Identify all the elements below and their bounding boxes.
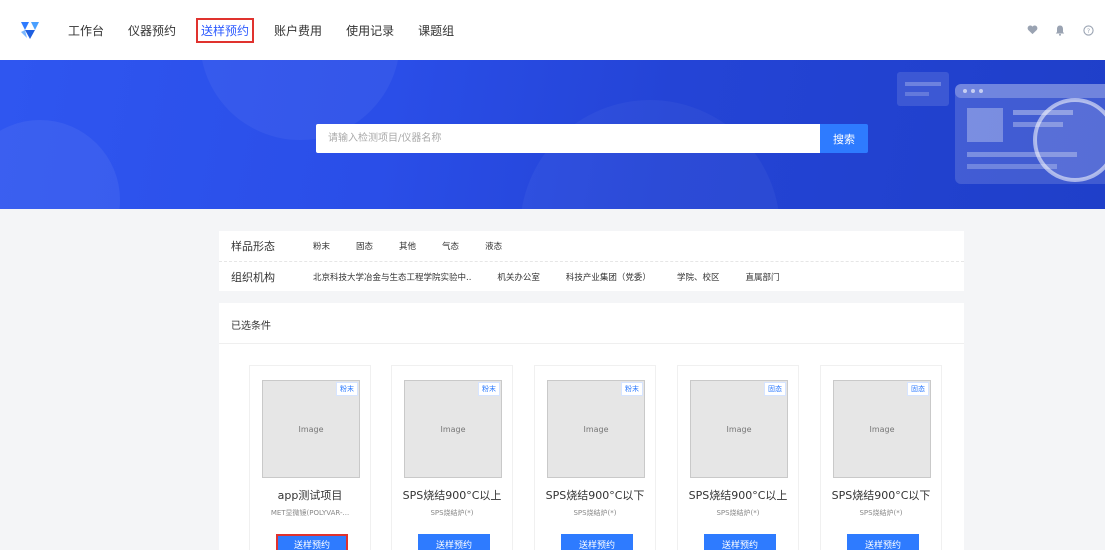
card-subtitle: SPS烧结炉(*) bbox=[430, 509, 474, 517]
banner-decoration bbox=[520, 100, 780, 209]
filter-option[interactable]: 液态 bbox=[485, 240, 502, 252]
service-card[interactable]: Image 粉末 SPS烧结900°C以上 SPS烧结炉(*) 送样预约 bbox=[391, 365, 513, 550]
sample-form-tag: 固态 bbox=[907, 382, 929, 396]
card-subtitle: MET显微镜(POLYVAR-... bbox=[270, 509, 350, 517]
filter-row-organization: 组织机构 北京科技大学冶金与生态工程学院实验中.. 机关办公室 科技产业集团（党… bbox=[219, 261, 964, 291]
search-bar: 搜索 bbox=[316, 124, 868, 153]
search-input[interactable] bbox=[316, 124, 820, 153]
card-image: Image 粉末 bbox=[547, 380, 645, 478]
heart-icon[interactable] bbox=[1025, 23, 1039, 37]
card-image: Image 粉末 bbox=[404, 380, 502, 478]
filter-option[interactable]: 其他 bbox=[399, 240, 416, 252]
sample-form-tag: 粉末 bbox=[336, 382, 358, 396]
nav-right-icons: ? bbox=[1025, 0, 1095, 60]
sample-form-tag: 粉末 bbox=[478, 382, 500, 396]
bell-icon[interactable] bbox=[1053, 23, 1067, 37]
filter-option[interactable]: 直属部门 bbox=[745, 271, 779, 283]
help-icon[interactable]: ? bbox=[1081, 23, 1095, 37]
nav-item-sample-booking[interactable]: 送样预约 bbox=[196, 17, 255, 43]
nav-item-account-fees[interactable]: 账户费用 bbox=[270, 19, 326, 42]
card-image: Image 固态 bbox=[833, 380, 931, 478]
selected-conditions-title: 已选条件 bbox=[231, 321, 271, 332]
nav-item-research-group[interactable]: 课题组 bbox=[414, 19, 458, 42]
filter-option[interactable]: 机关办公室 bbox=[497, 271, 540, 283]
service-card[interactable]: Image 粉末 app测试项目 MET显微镜(POLYVAR-... 送样预约 bbox=[249, 365, 371, 550]
sample-booking-button[interactable]: 送样预约 bbox=[704, 534, 776, 550]
sample-booking-button[interactable]: 送样预约 bbox=[847, 534, 919, 550]
divider bbox=[219, 343, 964, 344]
search-banner: 搜索 bbox=[0, 60, 1105, 209]
svg-text:?: ? bbox=[1086, 26, 1089, 34]
card-image: Image 粉末 bbox=[262, 380, 360, 478]
card-title: SPS烧结900°C以下 bbox=[831, 489, 931, 502]
search-button[interactable]: 搜索 bbox=[820, 124, 868, 153]
sample-booking-button[interactable]: 送样预约 bbox=[276, 534, 348, 550]
sample-form-tag: 固态 bbox=[764, 382, 786, 396]
card-subtitle: SPS烧结炉(*) bbox=[573, 509, 617, 517]
card-image: Image 固态 bbox=[690, 380, 788, 478]
filter-label: 组织机构 bbox=[231, 270, 275, 284]
filter-label: 样品形态 bbox=[231, 240, 275, 253]
filter-panel: 样品形态 粉末 固态 其他 气态 液态 组织机构 北京科技大学冶金与生态工程学院… bbox=[219, 231, 964, 291]
banner-illustration bbox=[897, 72, 1105, 184]
logo-icon[interactable] bbox=[18, 18, 42, 42]
service-card[interactable]: Image 粉末 SPS烧结900°C以下 SPS烧结炉(*) 送样预约 bbox=[534, 365, 656, 550]
main-nav: 工作台 仪器预约 送样预约 账户费用 使用记录 课题组 bbox=[64, 0, 474, 60]
service-card[interactable]: Image 固态 SPS烧结900°C以上 SPS烧结炉(*) 送样预约 bbox=[677, 365, 799, 550]
filter-option[interactable]: 粉末 bbox=[313, 240, 330, 252]
card-subtitle: SPS烧结炉(*) bbox=[859, 509, 903, 517]
card-title: SPS烧结900°C以上 bbox=[402, 489, 502, 502]
nav-item-instrument-booking[interactable]: 仪器预约 bbox=[124, 19, 180, 42]
filter-row-sample-form: 样品形态 粉末 固态 其他 气态 液态 bbox=[219, 231, 964, 261]
filter-option[interactable]: 学院、校区 bbox=[677, 271, 720, 283]
filter-option[interactable]: 固态 bbox=[356, 240, 373, 252]
filter-option[interactable]: 气态 bbox=[442, 240, 459, 252]
sample-booking-button[interactable]: 送样预约 bbox=[418, 534, 490, 550]
filter-option[interactable]: 北京科技大学冶金与生态工程学院实验中.. bbox=[313, 271, 471, 283]
card-title: app测试项目 bbox=[277, 489, 343, 502]
card-subtitle: SPS烧结炉(*) bbox=[716, 509, 760, 517]
banner-decoration bbox=[0, 120, 120, 209]
sample-booking-button[interactable]: 送样预约 bbox=[561, 534, 633, 550]
card-title: SPS烧结900°C以下 bbox=[545, 489, 645, 502]
sample-form-tag: 粉末 bbox=[621, 382, 643, 396]
nav-item-usage-records[interactable]: 使用记录 bbox=[342, 19, 398, 42]
filter-option[interactable]: 科技产业集团（党委） bbox=[566, 271, 651, 283]
service-card[interactable]: Image 固态 SPS烧结900°C以下 SPS烧结炉(*) 送样预约 bbox=[820, 365, 942, 550]
nav-item-workbench[interactable]: 工作台 bbox=[64, 19, 108, 42]
top-navigation: 工作台 仪器预约 送样预约 账户费用 使用记录 课题组 ? bbox=[0, 0, 1105, 60]
card-title: SPS烧结900°C以上 bbox=[688, 489, 788, 502]
